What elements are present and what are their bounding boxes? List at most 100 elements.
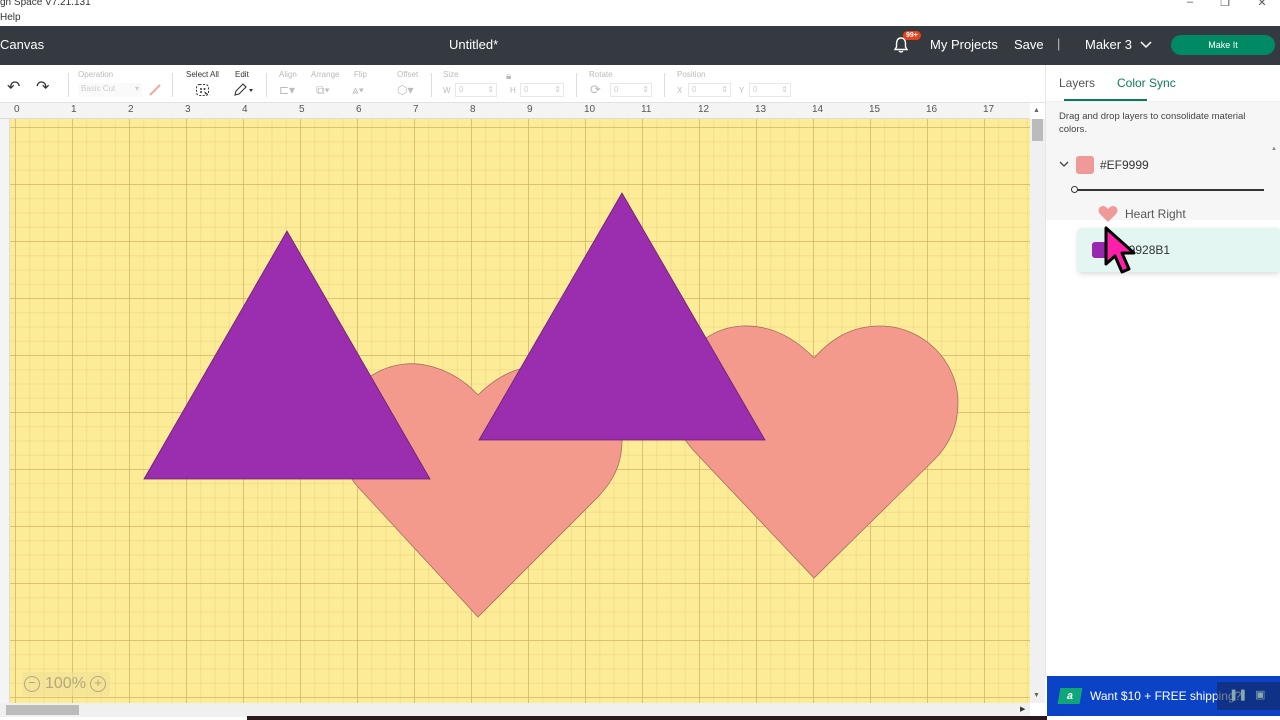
offset-icon[interactable]: ⬡▾	[397, 83, 414, 97]
rotate-input[interactable]: 0 ⇕	[610, 83, 652, 97]
menu-help[interactable]: Help	[0, 12, 21, 23]
canvas-title: Canvas	[0, 37, 45, 52]
y-value: 0	[753, 85, 758, 94]
layer-row[interactable]: Heart Right	[1098, 205, 1268, 223]
stepper-icon[interactable]: ⇕	[721, 84, 728, 96]
height-input[interactable]: 0 ⇕	[520, 83, 564, 97]
lock-icon[interactable]: 🔒︎	[506, 71, 511, 82]
zoom-control: − 100% +	[22, 672, 110, 696]
machine-label: Maker 3	[1085, 37, 1132, 52]
ruler-number: 17	[983, 104, 995, 115]
chevron-down-icon[interactable]	[1059, 157, 1069, 171]
scroll-up-arrow[interactable]: ▲	[1033, 107, 1040, 114]
y-input[interactable]: 0 ⇕	[749, 83, 791, 97]
align-icon[interactable]: ⊏▾	[279, 83, 295, 97]
toolbar-divider	[172, 73, 173, 97]
close-window-button[interactable]: ✕	[1252, 0, 1272, 9]
rotate-label: Rotate	[589, 70, 613, 79]
design-space-app: gn Space V7.21.131 Help – ❐ ✕ Canvas Unt…	[0, 0, 1280, 720]
toolbar-divider	[266, 73, 267, 97]
promo-logo-icon: a	[1057, 688, 1083, 704]
color-sync-hint: Drag and drop layers to consolidate mate…	[1059, 111, 1246, 135]
edit-toolbar: ↶ ↷ Operation Basic Cut ▾ Select All Edit…	[0, 65, 1045, 103]
triangle-left[interactable]	[143, 230, 431, 480]
zoom-level: 100%	[45, 675, 86, 692]
right-panel: Layers Color Sync Drag and drop layers t…	[1045, 65, 1280, 677]
vertical-scroll-thumb[interactable]	[1032, 119, 1043, 141]
undo-icon[interactable]: ↶	[7, 77, 20, 97]
app-header: Canvas Untitled* 99+ My Projects Save | …	[0, 26, 1280, 65]
panel-scroll-up-arrow[interactable]: ▲	[1271, 146, 1277, 152]
drop-indicator-line	[1074, 189, 1264, 191]
ruler-number: 9	[527, 104, 533, 115]
ruler-number: 11	[641, 104, 652, 115]
width-value: 0	[459, 85, 464, 94]
tab-layers[interactable]: Layers	[1059, 76, 1095, 90]
toolbar-divider	[431, 73, 432, 97]
ruler-left	[0, 119, 10, 703]
x-input[interactable]: 0 ⇕	[688, 83, 731, 97]
stepper-icon[interactable]: ⇕	[642, 84, 649, 96]
flip-label: Flip	[354, 70, 367, 79]
heart-icon	[1098, 206, 1118, 222]
select-all-label: Select All	[186, 70, 219, 79]
horizontal-scroll-thumb[interactable]	[6, 705, 79, 715]
make-it-button[interactable]: Make It	[1171, 35, 1275, 55]
toolbar-divider	[68, 73, 69, 97]
vertical-scrollbar[interactable]: ▲ ▼	[1030, 107, 1045, 703]
rotate-icon[interactable]: ⟳	[590, 82, 601, 98]
zoom-out-button[interactable]: −	[24, 676, 40, 692]
header-separator: |	[1057, 36, 1061, 51]
operation-select[interactable]: Basic Cut ▾	[78, 83, 142, 97]
maximize-button[interactable]: ❐	[1215, 0, 1235, 9]
picture-in-picture-icon[interactable]: ▣	[1255, 688, 1265, 701]
ruler-number: 4	[242, 104, 248, 115]
arrange-icon[interactable]: ⧉▾	[316, 83, 330, 98]
scroll-down-arrow[interactable]: ▼	[1033, 692, 1040, 699]
ruler-number: 13	[755, 104, 767, 115]
size-label: Size	[443, 70, 459, 79]
ruler-number: 0	[14, 104, 20, 115]
ruler-number: 6	[356, 104, 362, 115]
ruler-number: 2	[128, 104, 134, 115]
scroll-right-arrow[interactable]: ▶	[1020, 705, 1025, 713]
flip-icon[interactable]: ⩓▾	[352, 83, 364, 98]
document-title[interactable]: Untitled*	[449, 37, 498, 52]
stepper-icon[interactable]: ⇕	[554, 84, 561, 96]
zoom-in-button[interactable]: +	[90, 676, 106, 692]
select-all-icon[interactable]	[195, 83, 211, 97]
ruler-number: 3	[185, 104, 191, 115]
stepper-icon[interactable]: ⇕	[781, 84, 788, 96]
redo-icon[interactable]: ↷	[36, 77, 49, 97]
color-group-row[interactable]: #EF9999	[1059, 156, 1259, 174]
window-titlebar: gn Space V7.21.131 Help – ❐ ✕	[0, 0, 1280, 26]
color-group-label: #EF9999	[1100, 158, 1149, 172]
promo-banner[interactable]: a Want $10 + FREE shipping? ❚❚ ▣	[1047, 676, 1280, 716]
window-title: gn Space V7.21.131	[0, 0, 91, 8]
ruler-number: 15	[869, 104, 881, 115]
stepper-icon[interactable]: ⇕	[487, 84, 494, 96]
dropdown-arrow-icon: ▾	[134, 84, 139, 93]
height-value: 0	[524, 85, 529, 94]
mouse-cursor-icon	[1104, 226, 1136, 274]
active-tab-underline	[1064, 99, 1147, 101]
triangle-right[interactable]	[478, 192, 766, 441]
ruler-number: 1	[71, 104, 77, 115]
ruler-top: 0 1 2 3 4 5 6 7 8 9 10 11 12 13 14 15 16 17	[0, 103, 1030, 119]
pen-color-icon[interactable]	[148, 83, 162, 97]
save-button[interactable]: Save	[1014, 37, 1044, 52]
minimize-button[interactable]: –	[1180, 0, 1200, 8]
edit-pencil-icon[interactable]	[233, 83, 255, 97]
design-canvas[interactable]	[10, 119, 1030, 703]
layer-label: Heart Right	[1125, 207, 1186, 221]
my-projects-link[interactable]: My Projects	[930, 37, 998, 52]
ruler-number: 5	[299, 104, 305, 115]
notification-badge: 99+	[903, 31, 921, 40]
machine-select[interactable]: Maker 3	[1085, 37, 1152, 52]
width-input[interactable]: 0 ⇕	[455, 83, 497, 97]
pause-icon[interactable]: ❚❚	[1229, 688, 1247, 701]
tab-color-sync[interactable]: Color Sync	[1117, 76, 1176, 90]
edit-label: Edit	[235, 70, 249, 79]
position-label: Position	[677, 70, 706, 79]
horizontal-scrollbar[interactable]: ▶	[0, 703, 1030, 717]
